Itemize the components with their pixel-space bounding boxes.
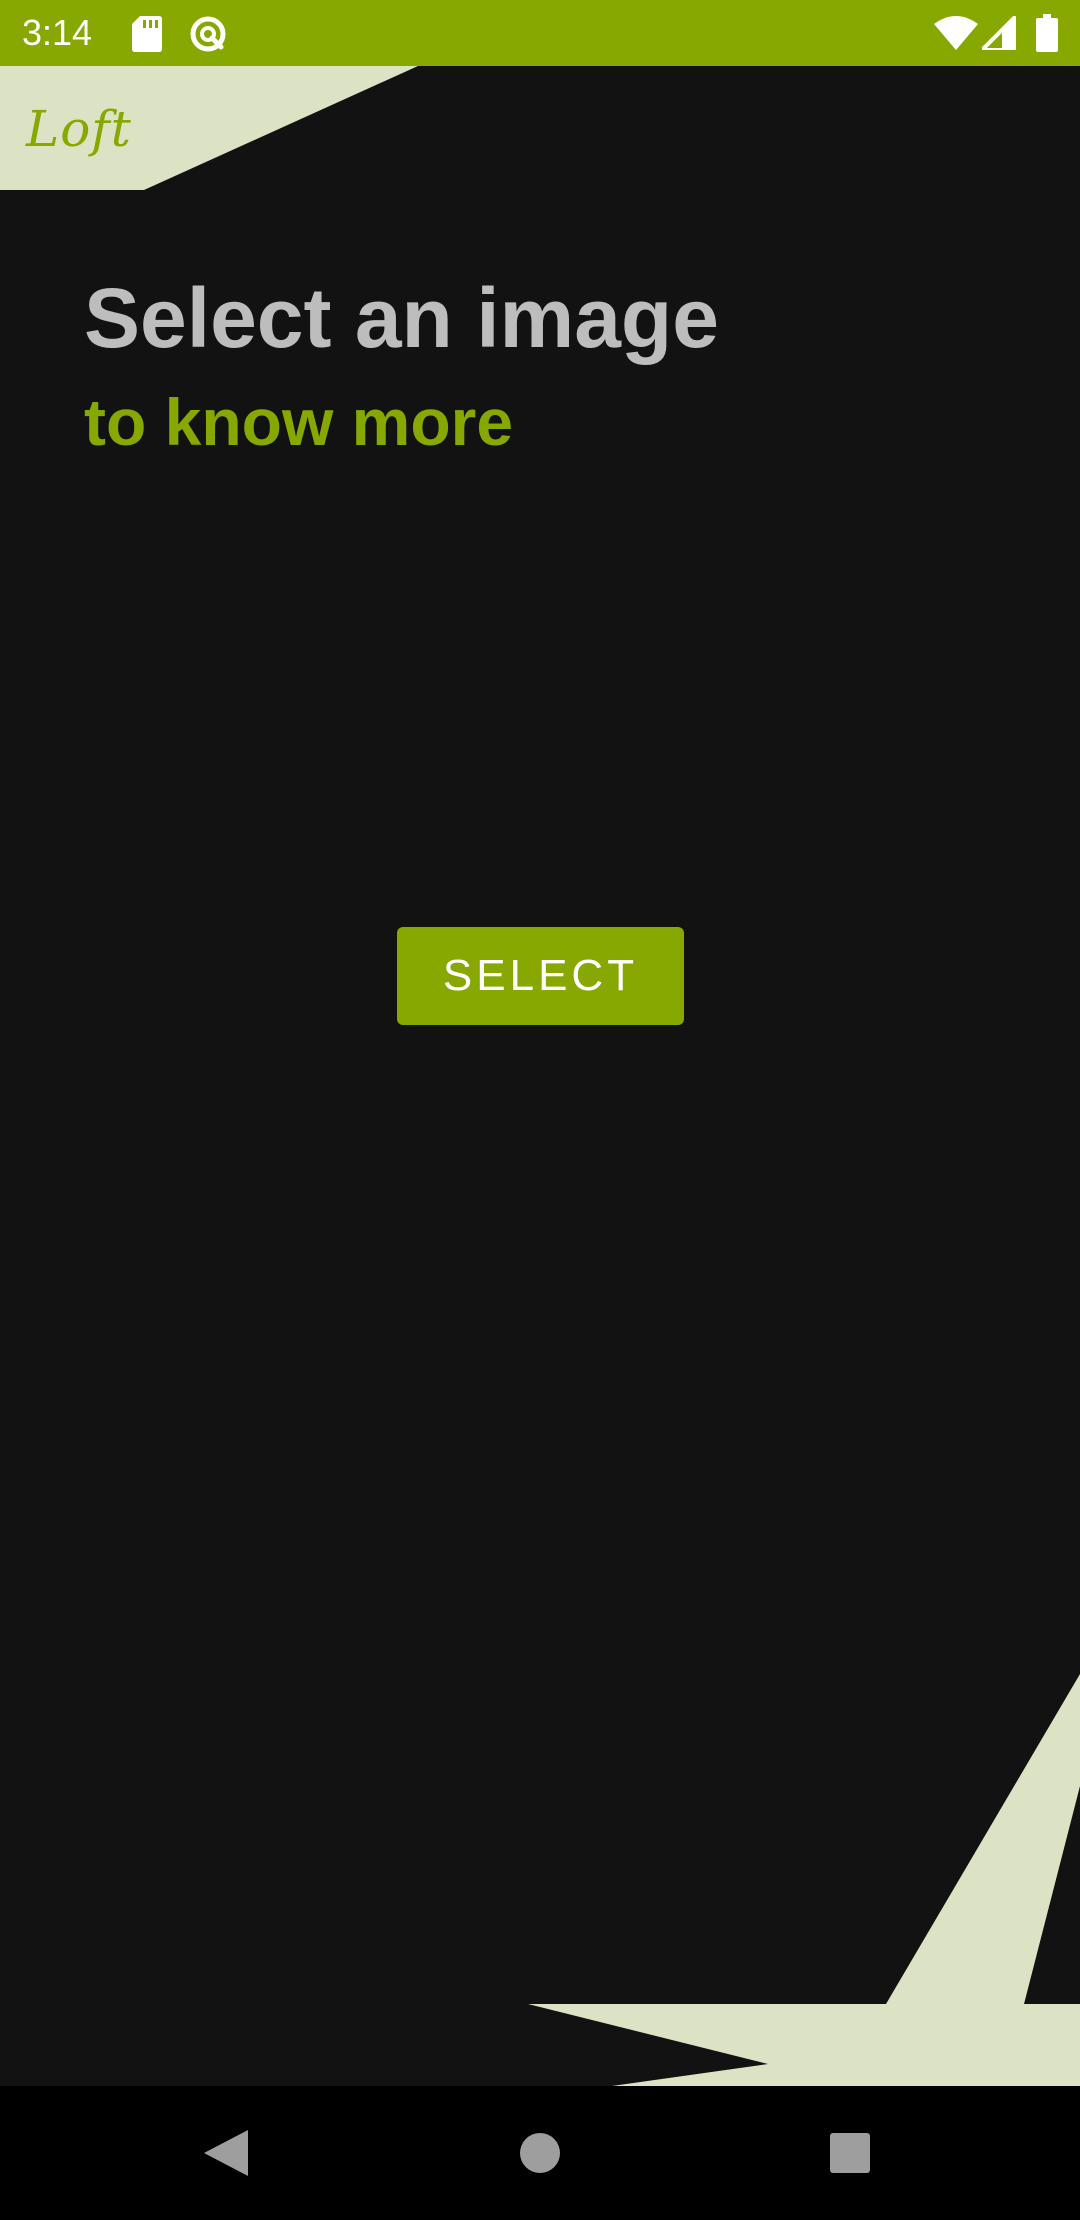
status-time: 3:14	[22, 12, 93, 53]
navigation-bar	[0, 2086, 1080, 2220]
battery-icon	[1036, 14, 1058, 52]
app-screen: Loft Select an image to know more SELECT	[0, 66, 1080, 2086]
sync-icon	[190, 16, 226, 52]
page-subtitle: to know more	[84, 385, 514, 459]
home-icon[interactable]	[520, 2133, 560, 2173]
recents-icon[interactable]	[830, 2133, 870, 2173]
select-button[interactable]: SELECT	[397, 927, 684, 1025]
status-bar: 3:14	[0, 0, 1080, 66]
bottom-decoration-shape	[528, 1674, 1080, 2086]
sd-card-icon	[132, 16, 162, 52]
back-icon[interactable]	[204, 2130, 248, 2176]
app-logo: Loft	[26, 100, 132, 158]
cell-signal-icon	[982, 16, 1016, 50]
wifi-icon	[934, 16, 978, 50]
page-title: Select an image	[84, 271, 719, 365]
